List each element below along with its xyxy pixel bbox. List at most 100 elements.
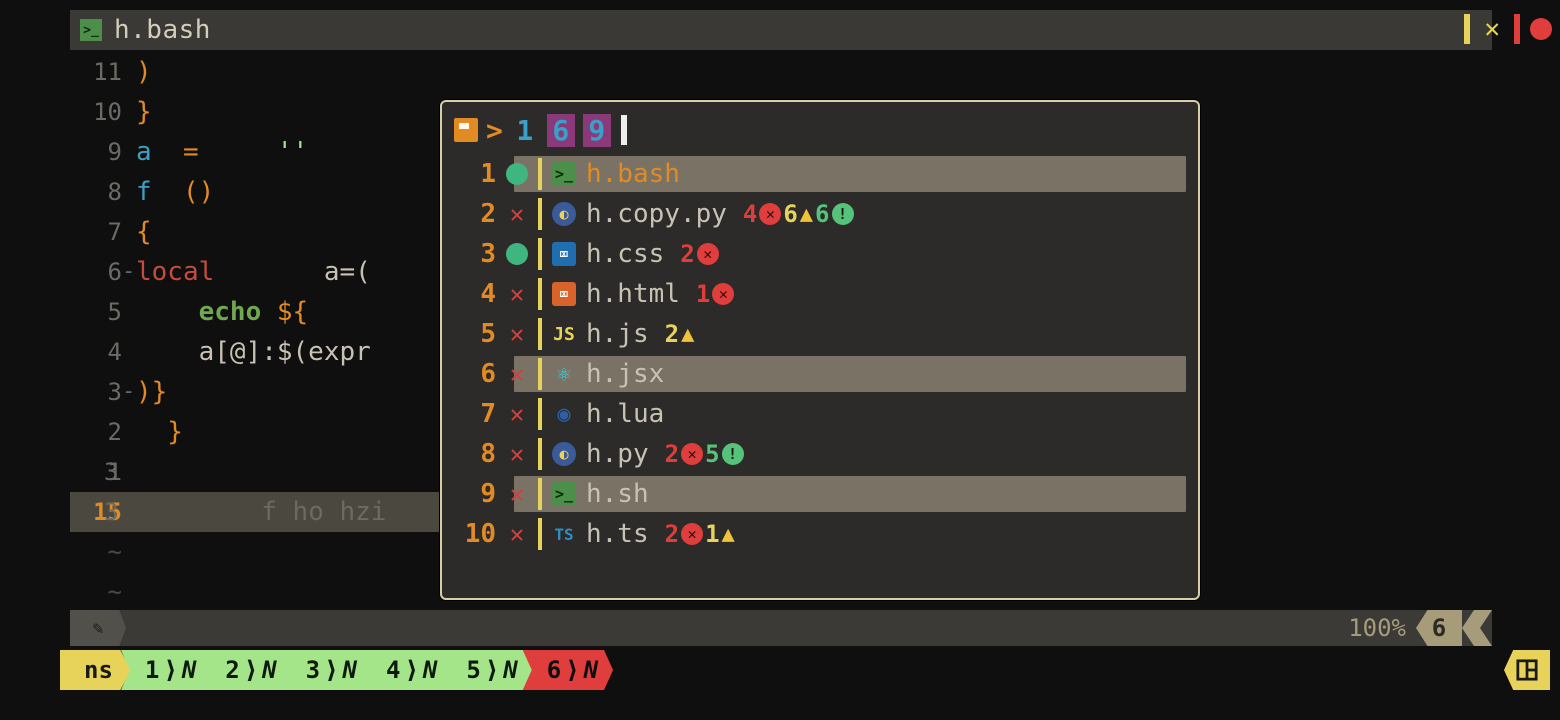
picker-item[interactable]: 8 ✕ ◐ h.py 2✕5!: [450, 434, 1190, 474]
mode-indicator: ✎: [70, 610, 126, 646]
sign-column-icon: -: [122, 372, 135, 412]
picker-item[interactable]: 10✕TSh.ts2✕1▲: [450, 514, 1190, 554]
text-cursor-icon: [621, 115, 627, 145]
close-icon: ✕: [506, 323, 528, 345]
picker-item-index: 2: [450, 199, 496, 229]
picker-item[interactable]: 2 ✕ ◐ h.copy.py 4✕6▲6!: [450, 194, 1190, 234]
warning-icon: ▲: [800, 202, 813, 227]
editor[interactable]: 3 3 11) 10} 9a = '' 8f () 7{ -6local a=(…: [70, 52, 450, 612]
picker-item[interactable]: 5✕JSh.js2▲: [450, 314, 1190, 354]
picker-item-filename: h.css: [586, 239, 664, 269]
ts-icon: TS: [552, 522, 576, 546]
error-icon: ✕: [681, 443, 703, 465]
picker-item-index: 7: [450, 399, 496, 429]
picker-item-index: 1: [450, 159, 496, 189]
diagnostics: 2▲: [665, 320, 695, 348]
diagnostics: 2✕: [680, 240, 718, 268]
picker-item-filename: h.lua: [586, 399, 664, 429]
html-icon: ⌧: [552, 282, 576, 306]
picker-item-filename: h.js: [586, 319, 649, 349]
picker-item-filename: h.jsx: [586, 359, 664, 389]
separator-icon: [538, 278, 542, 310]
separator-icon: [538, 438, 542, 470]
picker-prompt-icon: >: [486, 114, 503, 147]
picker-item-filename: h.py: [586, 439, 649, 469]
end-of-buffer-icon: ~: [70, 532, 122, 572]
window-tab[interactable]: 1⟩N: [121, 650, 211, 690]
py-icon: ◐: [552, 442, 576, 466]
titlebar: >_ h.bash: [70, 10, 1492, 50]
separator-icon: [538, 478, 542, 510]
close-icon: ✕: [506, 203, 528, 225]
window-tab[interactable]: 3⟩N: [282, 650, 372, 690]
session-name[interactable]: ns: [60, 650, 131, 690]
picker-item[interactable]: 4✕⌧h.html1✕: [450, 274, 1190, 314]
window-controls: ✕: [1464, 14, 1552, 44]
warning-icon: ▲: [722, 522, 735, 547]
neovim-icon: N: [343, 656, 354, 684]
picker-query-char: 9: [583, 114, 611, 147]
line-number: 6: [70, 252, 122, 292]
window-separator-icon: [1514, 14, 1520, 44]
separator-icon: [538, 238, 542, 270]
picker-query-char: 6: [547, 114, 575, 147]
window-record-icon: [1530, 18, 1552, 40]
line-number: 8: [70, 172, 122, 212]
neovim-icon: N: [584, 656, 595, 684]
separator-icon: [538, 318, 542, 350]
picker-item-filename: h.sh: [586, 479, 649, 509]
buffer-title: h.bash: [114, 15, 211, 45]
diagnostics: 4✕6▲6!: [743, 200, 854, 228]
separator-icon: [538, 518, 542, 550]
status-arrow-icon: [1462, 610, 1492, 646]
save-icon: [454, 118, 478, 142]
error-icon: ✕: [697, 243, 719, 265]
window-tab[interactable]: 5⟩N: [442, 650, 532, 690]
picker-item[interactable]: 7✕◉h.lua: [450, 394, 1190, 434]
picker-item-filename: h.html: [586, 279, 680, 309]
picker-item-filename: h.copy.py: [586, 199, 727, 229]
separator-icon: [538, 198, 542, 230]
picker-item-index: 8: [450, 439, 496, 469]
buffer-picker[interactable]: > 1 6 9 1>_h.bash2✕◐h.copy.py4✕6▲6!3⌧h.c…: [440, 100, 1200, 600]
window-close-button[interactable]: ✕: [1484, 14, 1500, 44]
dot-icon: [506, 243, 528, 265]
picker-query-char: 1: [511, 114, 539, 147]
separator-icon: [538, 358, 542, 390]
close-icon: ✕: [506, 523, 528, 545]
picker-list: 1>_h.bash2✕◐h.copy.py4✕6▲6!3⌧h.css2✕4✕⌧h…: [450, 154, 1190, 554]
py-icon: ◐: [552, 202, 576, 226]
fold-mark: 3: [104, 452, 118, 492]
close-icon: ✕: [506, 403, 528, 425]
line-number: 3: [70, 372, 122, 412]
error-icon: ✕: [759, 203, 781, 225]
picker-header: > 1 6 9: [450, 108, 1190, 152]
sign-column-icon: -: [122, 252, 135, 292]
window-tab[interactable]: 6⟩N: [523, 650, 613, 690]
term-icon: >_: [552, 162, 576, 186]
statusline: ✎ 100% 6: [70, 610, 1492, 646]
picker-item-filename: h.bash: [586, 159, 680, 189]
window-tab[interactable]: 4⟩N: [362, 650, 452, 690]
neovim-icon: N: [503, 656, 514, 684]
info-icon: !: [832, 203, 854, 225]
line-number: 2: [70, 412, 122, 452]
picker-item[interactable]: 6✕⚛h.jsx: [450, 354, 1190, 394]
neovim-icon: N: [262, 656, 273, 684]
scroll-percent: 100%: [1338, 614, 1416, 642]
diagnostics: 2✕5!: [665, 440, 744, 468]
picker-item[interactable]: 9✕>_h.sh: [450, 474, 1190, 514]
column-indicator: 6: [1416, 610, 1462, 646]
css-icon: ⌧: [552, 242, 576, 266]
picker-item-index: 6: [450, 359, 496, 389]
layout-icon[interactable]: [1504, 650, 1550, 690]
window-tab[interactable]: 2⟩N: [201, 650, 291, 690]
error-icon: ✕: [681, 523, 703, 545]
close-icon: ✕: [506, 483, 528, 505]
close-icon: ✕: [506, 283, 528, 305]
line-number: 4: [70, 332, 122, 372]
picker-item[interactable]: 1 >_ h.bash: [450, 154, 1190, 194]
picker-item[interactable]: 3⌧h.css2✕: [450, 234, 1190, 274]
close-icon: ✕: [506, 443, 528, 465]
separator-icon: [538, 158, 542, 190]
